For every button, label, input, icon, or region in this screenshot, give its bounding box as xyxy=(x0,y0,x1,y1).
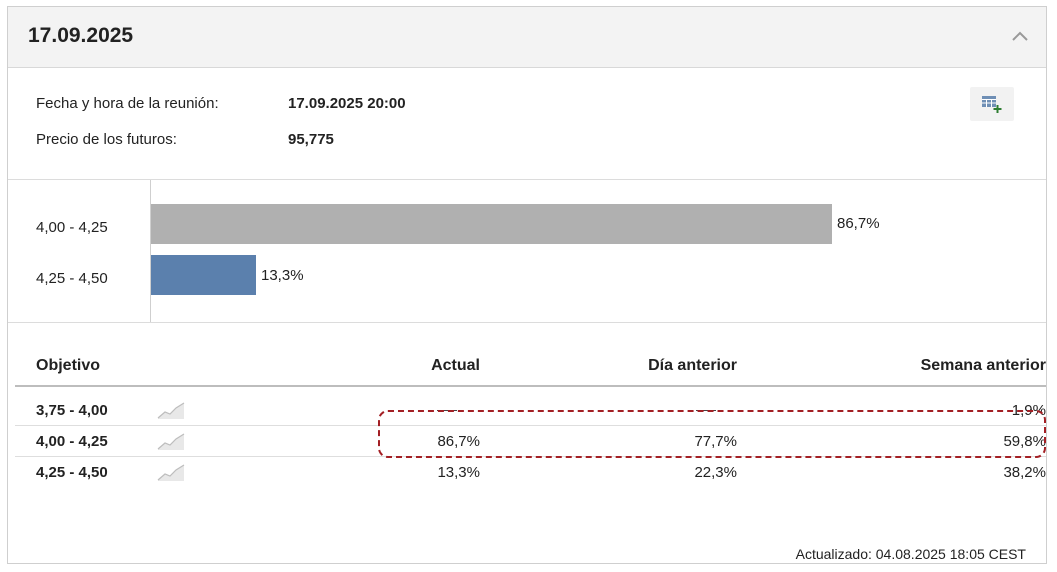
futures-price-label: Precio de los futuros: xyxy=(36,131,177,148)
panel-title: 17.09.2025 xyxy=(28,24,134,47)
probability-bar-chart: 4,00 - 4,25 86,7% 4,25 - 4,50 13,3% xyxy=(8,180,1048,322)
row-target: 4,00 - 4,25 xyxy=(36,433,108,450)
table-row: 4,25 - 4,50 13,3% 22,3% 38,2% xyxy=(15,457,1046,487)
row-target: 4,25 - 4,50 xyxy=(36,464,108,481)
bar-value-label: 13,3% xyxy=(261,267,304,284)
export-table-button[interactable] xyxy=(970,87,1014,121)
bar-4-25-4-50[interactable] xyxy=(151,255,256,295)
panel-header[interactable]: 17.09.2025 xyxy=(8,7,1046,68)
column-header-prev-week: Semana anterior xyxy=(920,357,1046,374)
bar-axis xyxy=(150,180,151,322)
last-updated-text: Actualizado: 04.08.2025 18:05 CEST xyxy=(795,546,1026,562)
futures-price-value: 95,775 xyxy=(288,131,334,148)
bar-label: 4,25 - 4,50 xyxy=(36,270,108,287)
column-header-prev-day: Día anterior xyxy=(648,357,737,374)
bar-label: 4,00 - 4,25 xyxy=(36,219,108,236)
row-prev-week: 38,2% xyxy=(1003,464,1046,481)
table-header-rule xyxy=(15,385,1046,387)
trend-chart-icon[interactable] xyxy=(156,460,186,482)
column-header-target: Objetivo xyxy=(36,357,101,374)
chevron-up-icon[interactable] xyxy=(1008,25,1032,49)
meeting-time-label: Fecha y hora de la reunión: xyxy=(36,95,219,112)
row-target: 3,75 - 4,00 xyxy=(36,402,108,419)
bar-4-00-4-25[interactable] xyxy=(151,204,832,244)
meeting-time-value: 17.09.2025 20:00 xyxy=(288,95,406,112)
row-current: 13,3% xyxy=(437,464,480,481)
bar-value-label: 86,7% xyxy=(837,215,880,232)
trend-chart-icon[interactable] xyxy=(156,429,186,451)
trend-chart-icon[interactable] xyxy=(156,398,186,420)
highlight-annotation xyxy=(378,410,1046,458)
meeting-panel: 17.09.2025 Fecha y hora de la reunión: 1… xyxy=(7,6,1047,564)
row-prev-day: 22,3% xyxy=(694,464,737,481)
divider xyxy=(8,322,1046,323)
column-header-current: Actual xyxy=(431,357,480,374)
